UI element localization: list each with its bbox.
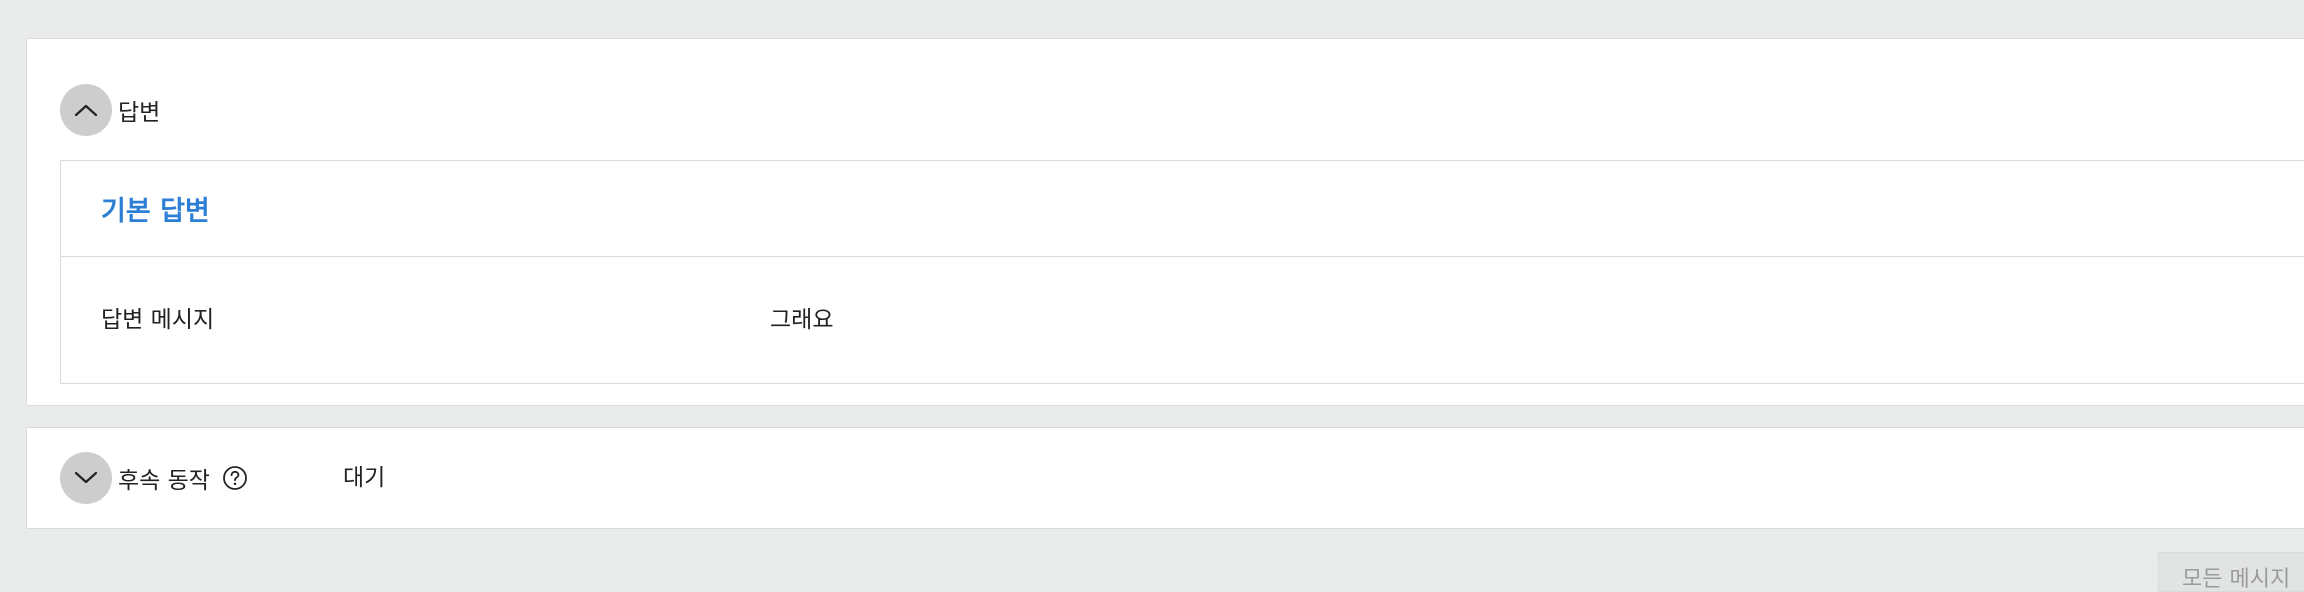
default-answer-header: 기본 답변	[61, 161, 2304, 257]
followup-action-value: 대기	[343, 465, 386, 491]
followup-section: 후속 동작 대기	[26, 427, 2304, 529]
answer-section-title: 답변	[118, 100, 161, 126]
followup-section-header: 후속 동작 대기	[60, 452, 385, 504]
collapse-answer-button[interactable]	[60, 84, 112, 136]
answer-section-header: 답변	[60, 84, 160, 136]
expand-followup-button[interactable]	[60, 452, 112, 504]
chevron-down-icon	[74, 471, 98, 484]
answer-message-value: 그래요	[770, 307, 834, 333]
default-answer-title: 기본 답변	[101, 196, 210, 227]
answer-message-row: 답변 메시지 그래요	[61, 257, 2304, 383]
answer-section: 답변 기본 답변 답변 메시지 그래요	[26, 38, 2304, 406]
default-answer-card: 기본 답변 답변 메시지 그래요	[60, 160, 2304, 384]
chevron-up-icon	[74, 104, 98, 117]
question-circle-icon[interactable]	[222, 465, 248, 491]
all-messages-tab[interactable]: 모든 메시지	[2158, 552, 2304, 592]
followup-section-title: 후속 동작	[118, 468, 210, 494]
answer-message-label: 답변 메시지	[101, 307, 215, 333]
